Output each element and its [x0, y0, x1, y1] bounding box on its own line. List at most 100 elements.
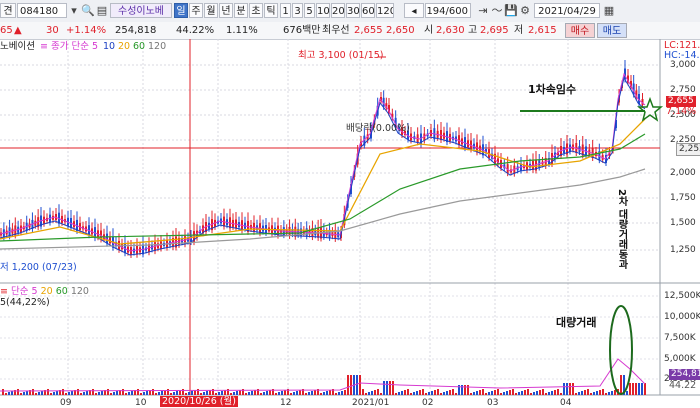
change-value: 30 [46, 25, 59, 36]
volume-bar [2, 389, 4, 395]
volume-bar [473, 392, 475, 395]
volume-bar [167, 389, 169, 395]
period-tab[interactable]: 초 [249, 3, 263, 18]
interval-tab[interactable]: 120 [376, 3, 394, 18]
volume-bar [467, 385, 469, 395]
volume-bar [431, 391, 433, 395]
price-axis-tick: 3,000 [670, 60, 696, 70]
volume-bar [23, 392, 25, 395]
volume-bar [71, 391, 73, 395]
high-label: 고 [468, 25, 478, 36]
volume-bar [449, 390, 451, 395]
ma-legend-10: 10 [103, 41, 116, 52]
volume-bar [26, 391, 28, 395]
volume-bar [116, 391, 118, 395]
period-tab[interactable]: 년 [219, 3, 233, 18]
interval-tab[interactable]: 5 [304, 3, 315, 18]
volume-bar [386, 381, 388, 395]
interval-tab[interactable]: 3 [292, 3, 303, 18]
current-volume-tag: 254,818 [669, 369, 700, 380]
bar-count: 194 [426, 6, 446, 17]
volume-bar [68, 392, 70, 395]
dropdown-icon[interactable]: ▾ [67, 3, 81, 18]
volume-bar [320, 393, 322, 395]
period-tab[interactable]: 틱 [264, 3, 278, 18]
period-tab[interactable]: 일 [174, 3, 188, 18]
volume-bar [545, 393, 547, 395]
volume-bar [641, 383, 643, 395]
interval-tab[interactable]: 10 [316, 3, 330, 18]
volume-bar [137, 389, 139, 395]
volume-bar [296, 391, 298, 395]
volume-bar [374, 390, 376, 395]
volume-bar [314, 390, 316, 395]
price-axis-tick: 1,750 [670, 193, 696, 203]
save-icon[interactable]: 💾 [504, 3, 518, 18]
calendar-icon[interactable]: ▦ [602, 3, 616, 18]
volume-bar [395, 393, 397, 395]
volume-bar [251, 391, 253, 395]
date-field[interactable]: 2021/04/29 [534, 3, 600, 18]
price-legend-title: 노베이션 [0, 41, 35, 52]
price-axis-tick: 2,000 [670, 168, 696, 178]
volume-bar [50, 393, 52, 395]
list-icon[interactable]: ▤ [95, 3, 109, 18]
period-tab[interactable]: 월 [204, 3, 218, 18]
volume-bar [593, 392, 595, 395]
interval-tab[interactable]: 60 [361, 3, 375, 18]
volume-bar [383, 381, 385, 395]
period-tab[interactable]: 분 [234, 3, 248, 18]
hc-value: HC:-14.3 [664, 50, 700, 61]
volume-bar [548, 392, 550, 395]
volume-bar [428, 392, 430, 395]
bar-count-field[interactable]: 194/600 [425, 3, 471, 18]
first-speed-note: 1차속임수 [528, 83, 577, 96]
volume-bar [620, 375, 622, 395]
volume-bar [503, 392, 505, 395]
ma60-line [0, 133, 646, 242]
volume-bar [101, 391, 103, 395]
stock-name-field[interactable]: 수성이노베 [110, 3, 172, 18]
volume-bar [533, 392, 535, 395]
volume-bar [38, 392, 40, 395]
period-tab[interactable]: 주 [189, 3, 203, 18]
pct-left: 65 [0, 25, 13, 36]
big-volume-note: 대량거래 [556, 316, 597, 329]
volume-bar [326, 391, 328, 395]
volume-bar [425, 393, 427, 395]
chart-options-icon[interactable]: ⇥ [476, 3, 490, 18]
low-value: 2,615 [528, 25, 557, 36]
volume-bar [440, 393, 442, 395]
volume-bar [368, 392, 370, 395]
volume-bar [452, 389, 454, 395]
open-value: 2,630 [436, 25, 465, 36]
interval-tab[interactable]: 1 [280, 3, 291, 18]
sell-button[interactable]: 매도 [597, 23, 627, 38]
stock-code-input[interactable]: 084180 [17, 3, 67, 18]
chart-area[interactable]: 노베이션 ≡ 종가 단순 5 10 20 60 120 ≡ 단순 5 20 60… [0, 39, 700, 408]
buy-button[interactable]: 매수 [565, 23, 595, 38]
volume-bar [281, 391, 283, 395]
volume-bar [371, 391, 373, 395]
volume-bar [407, 389, 409, 395]
volume-bar [566, 383, 568, 395]
volume-bar [635, 383, 637, 395]
volume-bar [17, 389, 19, 395]
volume-bar [308, 392, 310, 395]
search-icon[interactable]: 🔍 [81, 3, 95, 18]
settings-icon[interactable]: ⚙ [518, 3, 532, 18]
scroll-left-button[interactable]: ◂ [404, 3, 424, 18]
stub-tab[interactable]: 견 [0, 3, 16, 18]
volume-bar [299, 390, 301, 395]
amount-value: 676백만 [283, 25, 321, 36]
price-volume-chart[interactable] [0, 39, 700, 407]
volume-bar [260, 393, 262, 395]
pref-label: 최우선 [322, 25, 350, 36]
volume-bar [485, 393, 487, 395]
interval-tab[interactable]: 20 [331, 3, 345, 18]
open-label: 시 [424, 25, 434, 36]
vol-ma-20: 20 [40, 286, 53, 297]
interval-tab[interactable]: 30 [346, 3, 360, 18]
trend-icon[interactable]: 〜 [490, 3, 504, 18]
pref-value: 2,655 [354, 25, 383, 36]
